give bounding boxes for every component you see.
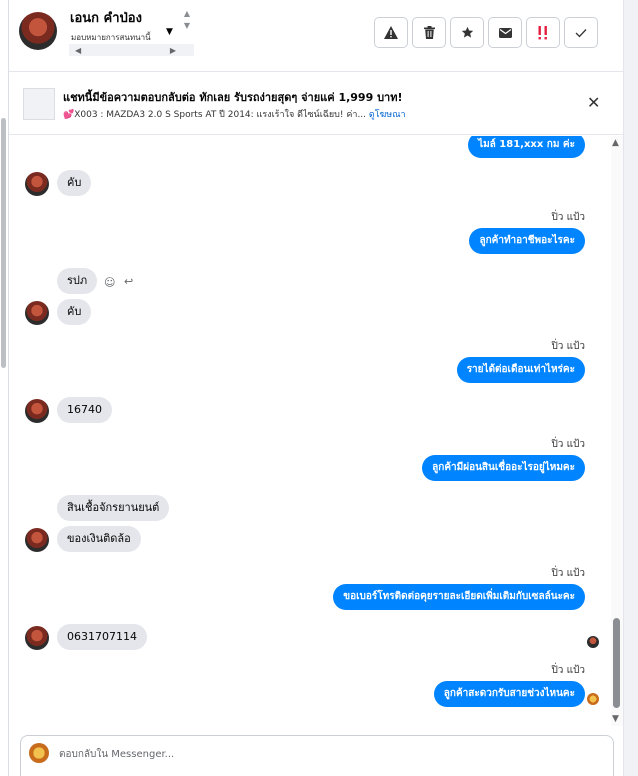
scroll-down-icon[interactable]: ▼ <box>181 20 193 32</box>
scroll-down-icon[interactable]: ▼ <box>612 714 619 724</box>
trash-icon <box>423 26 435 39</box>
exclamation-icon <box>538 25 547 39</box>
reply-icon[interactable]: ↩ <box>124 275 133 288</box>
scrollbar-thumb[interactable] <box>1 118 6 368</box>
close-icon[interactable]: ✕ <box>587 93 600 112</box>
contact-avatar-small[interactable] <box>25 626 49 650</box>
seen-avatar <box>587 693 599 705</box>
seen-avatar <box>587 636 599 648</box>
outgoing-message[interactable]: ลูกค้าสะดวกรับสายช่วงไหนคะ <box>433 681 585 707</box>
check-icon <box>575 28 587 37</box>
assign-horizontal-scrollbar[interactable]: ◀ ▶ <box>69 44 194 56</box>
scroll-right-icon[interactable]: ▶ <box>170 46 176 55</box>
envelope-icon <box>498 27 512 38</box>
contact-avatar-small[interactable] <box>25 301 49 325</box>
messenger-inbox-panel: เอนก คำป่อง มอบหมายการสนทนานี้ ▼ ◀ ▶ ▲ ▼ <box>0 0 638 776</box>
page-edge <box>623 0 638 776</box>
ad-context-banner: แชทนี้มีข้อความตอบกลับต่อ ทักเลย รับรถง่… <box>9 73 623 135</box>
star-icon <box>461 26 473 38</box>
sender-name: ปิ่ว แป้ว <box>551 568 585 579</box>
conversation-header: เอนก คำป่อง มอบหมายการสนทนานี้ ▼ ◀ ▶ ▲ ▼ <box>9 0 623 72</box>
ad-title: แชทนี้มีข้อความตอบกลับต่อ ทักเลย รับรถง่… <box>63 91 403 104</box>
delete-button[interactable] <box>412 17 446 48</box>
scroll-up-icon[interactable]: ▲ <box>612 138 619 148</box>
contact-avatar-small[interactable] <box>25 172 49 196</box>
incoming-message[interactable]: สินเชื้อจักรยานยนต์ <box>57 495 170 521</box>
contact-avatar-small[interactable] <box>25 528 49 552</box>
view-ad-link[interactable]: ดูโฆษณา <box>369 110 406 120</box>
incoming-message[interactable]: คับ <box>57 170 92 196</box>
warning-icon <box>384 26 398 39</box>
contact-avatar[interactable] <box>19 12 57 50</box>
contact-avatar-small[interactable] <box>25 399 49 423</box>
sender-name: ปิ่ว แป้ว <box>551 439 585 450</box>
reply-composer <box>20 735 614 776</box>
outgoing-message[interactable]: ไมล์ 181,xxx กม ค่ะ <box>468 136 585 158</box>
incoming-message[interactable]: คับ <box>57 299 92 325</box>
incoming-message[interactable]: รปภ <box>57 268 98 294</box>
outgoing-message[interactable]: ลูกค้าทำอาชีพอะไรคะ <box>469 228 585 254</box>
reply-input[interactable] <box>59 746 559 762</box>
page-avatar <box>29 743 49 763</box>
scroll-left-icon[interactable]: ◀ <box>75 46 81 55</box>
incoming-message[interactable]: 16740 <box>57 397 112 423</box>
ad-thumbnail[interactable] <box>23 88 55 120</box>
message-thread[interactable]: ไมล์ 181,xxx กม ค่ะ คับ ปิ่ว แป้ว ลูกค้า… <box>9 136 611 726</box>
incoming-message[interactable]: ของเงินติดล้อ <box>57 526 141 552</box>
star-button[interactable] <box>450 17 484 48</box>
caret-down-icon[interactable]: ▼ <box>166 27 173 37</box>
scrollbar-thumb[interactable] <box>613 618 620 708</box>
sender-name: ปิ่ว แป้ว <box>551 665 585 676</box>
sender-name: ปิ่ว แป้ว <box>551 341 585 352</box>
scroll-up-icon[interactable]: ▲ <box>181 8 193 20</box>
thread-scrollbar[interactable]: ▲ ▼ <box>611 136 623 726</box>
ad-subtitle: 💕X003 : MAZDA3 2.0 S Sports AT ปี 2014: … <box>63 107 406 121</box>
done-button[interactable] <box>564 17 598 48</box>
sender-name: ปิ่ว แป้ว <box>551 212 585 223</box>
assign-vertical-scrollbar[interactable]: ▲ ▼ <box>181 8 193 48</box>
react-emoji-icon[interactable]: ☺ <box>104 276 115 289</box>
follow-up-button[interactable] <box>526 17 560 48</box>
conversation-actions <box>374 17 598 48</box>
spam-button[interactable] <box>374 17 408 48</box>
ad-description: 💕X003 : MAZDA3 2.0 S Sports AT ปี 2014: … <box>63 110 367 120</box>
mark-unread-button[interactable] <box>488 17 522 48</box>
outgoing-message[interactable]: รายได้ต่อเดือนเท่าไหร่คะ <box>456 357 585 383</box>
outgoing-message[interactable]: ลูกค้ามีผ่อนสินเชื่ออะไรอยู่ไหมคะ <box>422 455 585 481</box>
incoming-message[interactable]: 0631707114 <box>57 624 147 650</box>
outgoing-message[interactable]: ขอเบอร์โทรติดต่อคุยรายละเอียดเพิ่มเติมกั… <box>333 584 585 610</box>
background-page-scrollbar[interactable] <box>0 0 9 776</box>
contact-name[interactable]: เอนก คำป่อง <box>70 7 142 28</box>
assign-conversation-label[interactable]: มอบหมายการสนทนานี้ <box>71 31 151 44</box>
